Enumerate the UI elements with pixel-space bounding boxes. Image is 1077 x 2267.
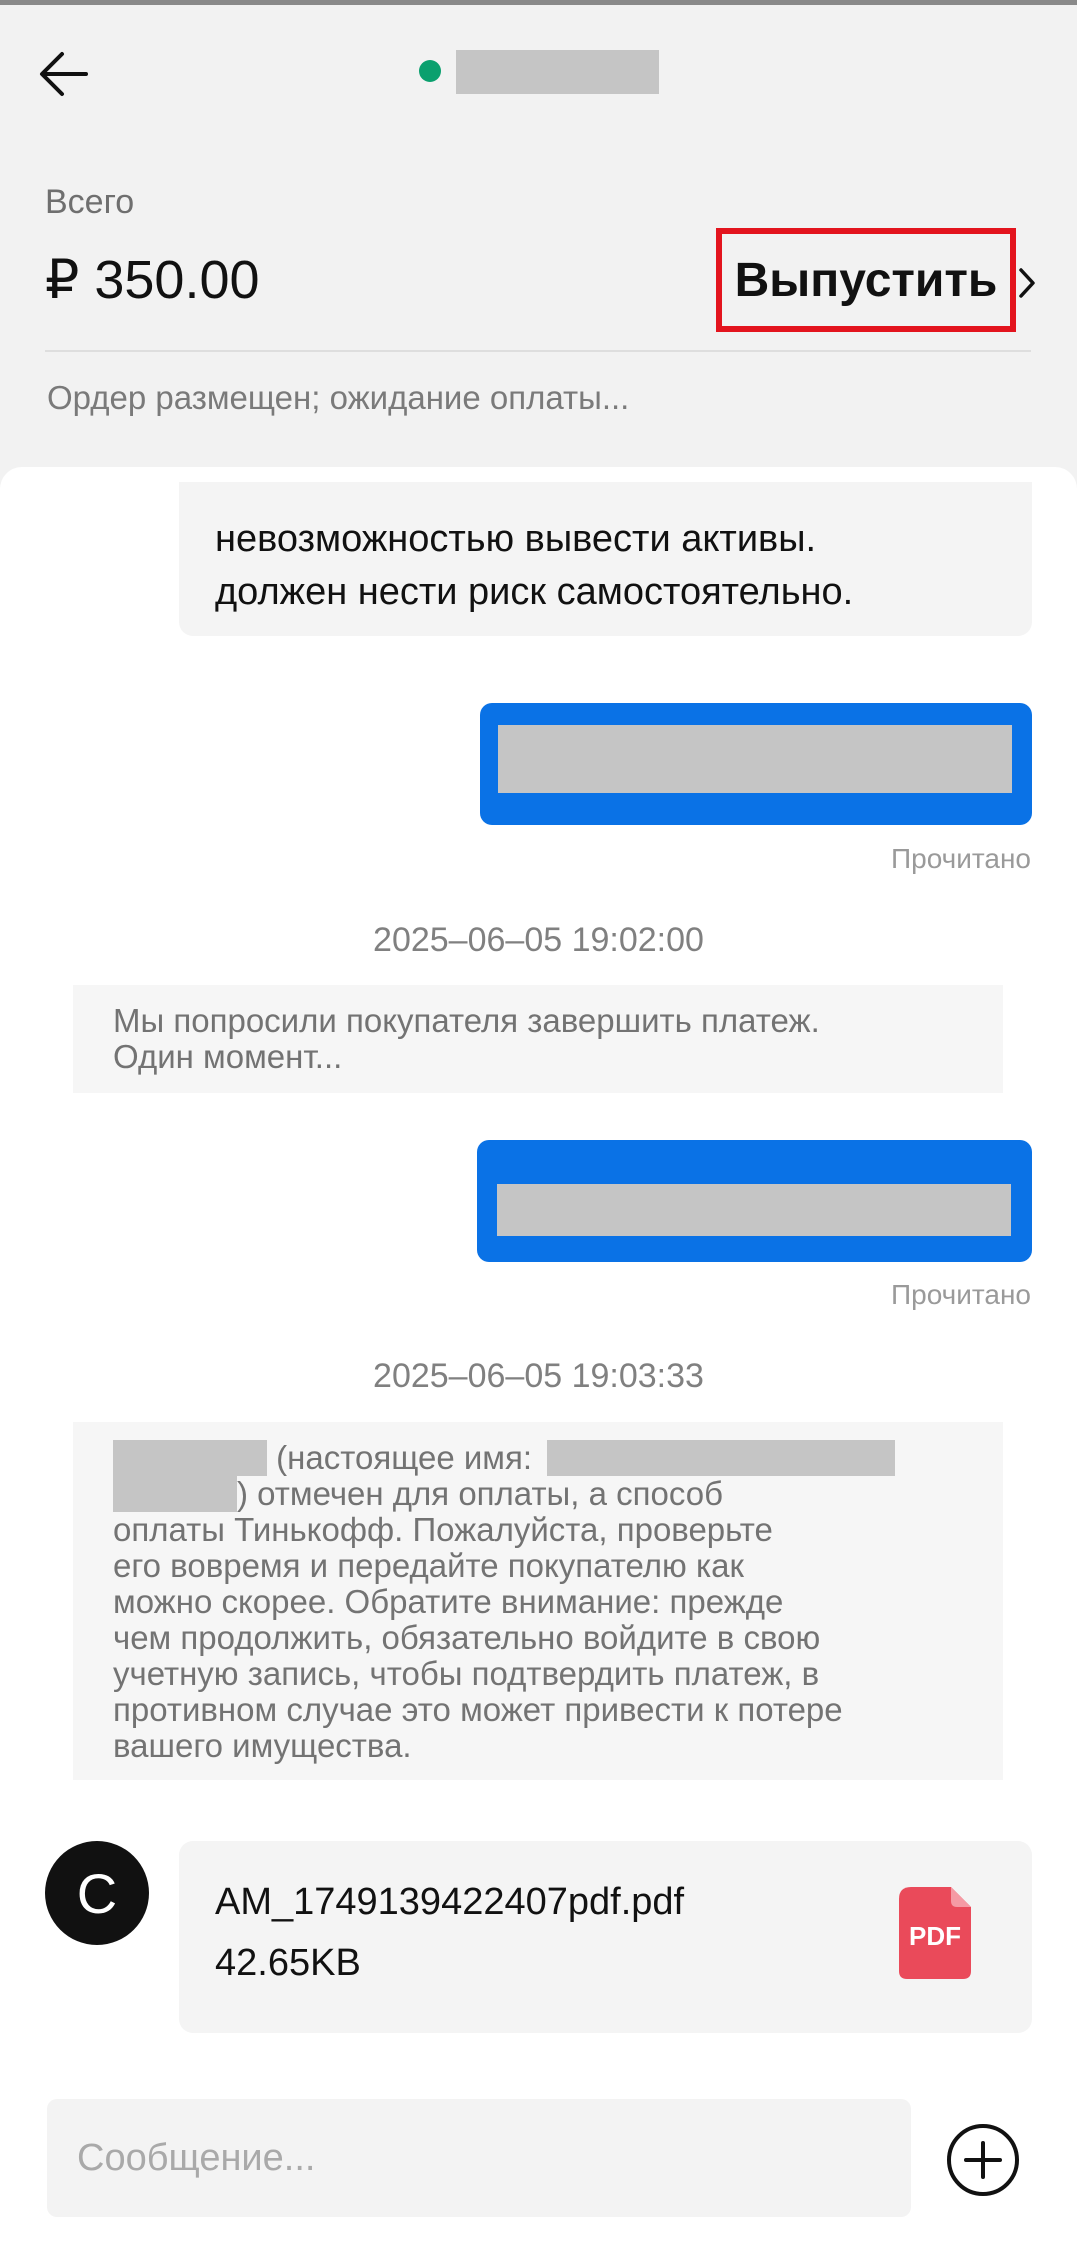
- notice-line: Мы попросили покупателя завершить платеж…: [113, 1002, 820, 1039]
- notice-text: (настоящее имя:: [276, 1439, 533, 1476]
- message-redacted: [497, 1184, 1011, 1236]
- pdf-icon-label: PDF: [909, 1921, 961, 1951]
- notice-line: оплаты Тинькофф. Пожалуйста, проверьте: [113, 1511, 773, 1548]
- counterparty-name-redacted: [456, 50, 659, 94]
- file-size: 42.65KB: [215, 1942, 361, 1984]
- notice-line: вашего имущества.: [113, 1727, 412, 1764]
- notice-text: ) отмечен для оплаты, а способ: [237, 1475, 723, 1512]
- back-arrow-icon[interactable]: [36, 44, 96, 104]
- system-notice: (настоящее имя: ) отмечен для оплаты, а …: [73, 1422, 1003, 1780]
- top-status-line: [0, 0, 1077, 5]
- online-status-dot: [419, 60, 441, 82]
- notice-line: чем продолжить, обязательно войдите в св…: [113, 1619, 821, 1656]
- order-amount: ₽ 350.00: [45, 250, 260, 310]
- message-redacted: [498, 725, 1012, 793]
- message-input[interactable]: [47, 2099, 911, 2217]
- order-status-text: Ордер размещен; ожидание оплаты...: [47, 379, 630, 416]
- message-line: невозможностью вывести активы.: [215, 518, 817, 560]
- read-receipt: Прочитано: [891, 843, 1031, 874]
- name-redacted: [113, 1440, 267, 1476]
- name-redacted: [113, 1476, 237, 1512]
- release-button[interactable]: Выпустить: [716, 228, 1016, 332]
- notice-line: его вовремя и передайте покупателю как: [113, 1547, 744, 1584]
- incoming-message-bubble: невозможностью вывести активы. должен не…: [179, 482, 1032, 636]
- file-attachment[interactable]: AM_1749139422407pdf.pdf 42.65KB PDF: [179, 1841, 1032, 2033]
- message-timestamp: 2025–06–05 19:03:33: [373, 1357, 704, 1395]
- message-line: должен нести риск самостоятельно.: [215, 571, 854, 613]
- notice-line: противном случае это может привести к по…: [113, 1691, 843, 1728]
- notice-line: (настоящее имя:: [113, 1440, 963, 1476]
- outgoing-message-bubble: [477, 1140, 1032, 1262]
- avatar: C: [45, 1841, 149, 1945]
- notice-line: ) отмечен для оплаты, а способ: [113, 1476, 963, 1512]
- pdf-file-icon: PDF: [899, 1887, 971, 1979]
- notice-line: учетную запись, чтобы подтвердить платеж…: [113, 1655, 820, 1692]
- notice-line: Один момент...: [113, 1038, 343, 1075]
- real-name-redacted: [547, 1440, 896, 1476]
- header-divider: [45, 350, 1031, 352]
- add-attachment-icon[interactable]: [946, 2123, 1020, 2197]
- total-label: Всего: [45, 183, 135, 221]
- system-notice: Мы попросили покупателя завершить платеж…: [73, 985, 1003, 1093]
- read-receipt: Прочитано: [891, 1279, 1031, 1310]
- message-timestamp: 2025–06–05 19:02:00: [373, 921, 704, 959]
- chevron-right-icon[interactable]: [1017, 266, 1037, 300]
- outgoing-message-bubble: [480, 703, 1032, 825]
- file-name: AM_1749139422407pdf.pdf: [215, 1881, 685, 1923]
- notice-line: можно скорее. Обратите внимание: прежде: [113, 1583, 784, 1620]
